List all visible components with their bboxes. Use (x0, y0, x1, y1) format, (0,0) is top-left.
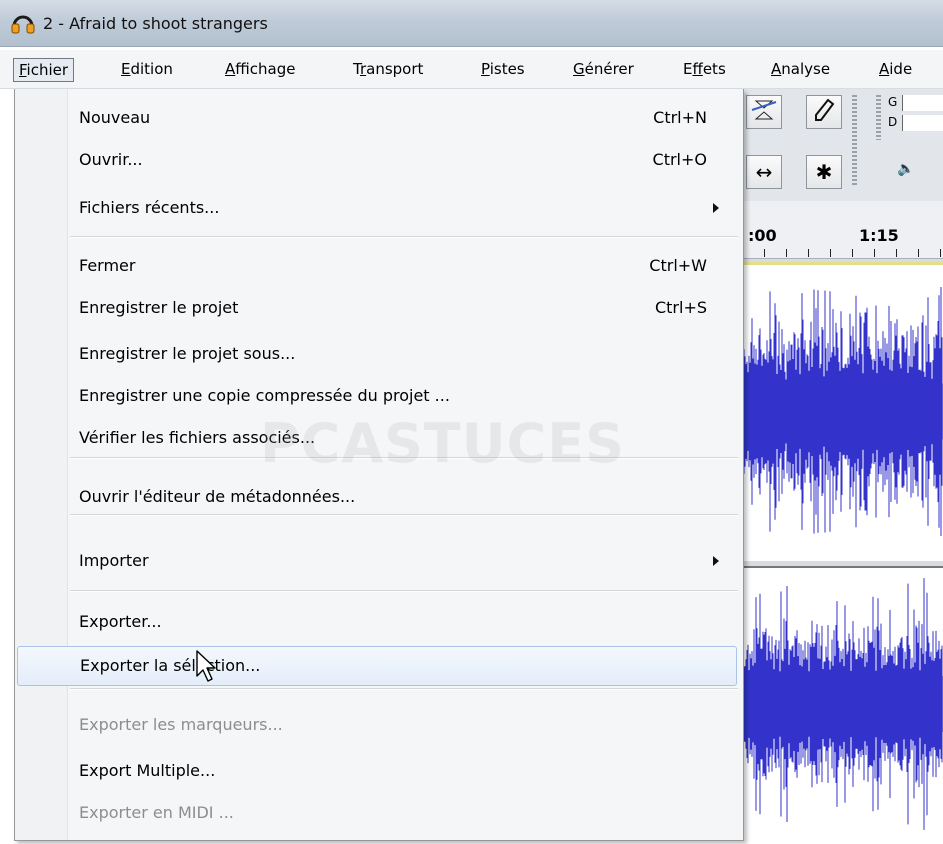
multi-tool-button[interactable]: ✱ (806, 155, 842, 189)
audio-track-right[interactable] (741, 566, 943, 842)
menu-separator (70, 457, 738, 459)
menu-item-exporter-en-midi: Exporter en MIDI ... (67, 794, 739, 832)
waveform (741, 578, 943, 830)
meter-left-bar (902, 95, 943, 111)
menu-separator (70, 236, 738, 238)
draw-tool-button[interactable] (806, 95, 842, 129)
toolbar-grip[interactable] (852, 95, 857, 185)
ruler-label-1: 1:15 (859, 226, 899, 245)
tools-toolbar: ↔ ✱ G D 🔈 (742, 89, 943, 201)
audio-track-left[interactable] (741, 262, 943, 561)
timeline-ruler[interactable]: :00 1:15 (742, 201, 943, 259)
menu-aide[interactable]: Aide (876, 58, 915, 80)
menu-item-nouveau[interactable]: Nouveau Ctrl+N (67, 99, 739, 137)
menu-item-enregistrer-le-projet[interactable]: Enregistrer le projet Ctrl+S (67, 289, 739, 327)
ruler-ticks (742, 249, 943, 257)
file-menu-dropdown: Nouveau Ctrl+N Ouvrir... Ctrl+O Fichiers réc… (14, 89, 744, 841)
menu-effets[interactable]: Effets (680, 58, 729, 80)
menu-item-label: Ouvrir... (79, 150, 143, 169)
menu-item-label: Ouvrir l'éditeur de métadonnées... (79, 487, 356, 506)
menu-item-exporter[interactable]: Exporter... (67, 603, 739, 641)
menu-item-label: Exporter la sélection... (80, 656, 261, 675)
envelope-tool-button[interactable] (746, 95, 782, 129)
title-bar: 2 - Afraid to shoot strangers (0, 0, 943, 47)
menu-item-label: Enregistrer le projet (79, 298, 239, 317)
pencil-icon (815, 98, 835, 121)
menu-transport[interactable]: Transport (350, 58, 426, 80)
headphones-icon (11, 15, 35, 34)
menu-generer[interactable]: Générer (570, 58, 637, 80)
menu-item-label: Enregistrer le projet sous... (79, 344, 296, 363)
menu-item-label: Exporter les marqueurs... (79, 715, 283, 734)
speaker-icon[interactable]: 🔈 (897, 161, 914, 177)
menu-item-label: Enregistrer une copie compressée du proj… (79, 386, 450, 405)
menu-item-enregistrer-le-projet-sous[interactable]: Enregistrer le projet sous... (67, 335, 739, 373)
menu-item-label: Fichiers récents... (79, 198, 220, 217)
menu-item-ouvrir-l-editeur-de-metadonnees[interactable]: Ouvrir l'éditeur de métadonnées... (67, 478, 739, 516)
meter-right-bar (902, 115, 943, 131)
menu-icon-gutter (15, 89, 68, 840)
mouse-cursor-icon (196, 650, 216, 682)
menu-item-label: Importer (79, 551, 149, 570)
menu-item-fermer[interactable]: Fermer Ctrl+W (67, 247, 739, 285)
menu-item-shortcut: Ctrl+N (653, 108, 707, 127)
timeshift-tool-button[interactable]: ↔ (746, 155, 782, 189)
menu-item-label: Vérifier les fichiers associés... (79, 428, 316, 447)
waveform-body (742, 676, 943, 732)
menu-fichier[interactable]: Fichier (13, 58, 75, 82)
submenu-arrow-icon (713, 203, 719, 213)
menu-bar: Fichier Edition Affichage Transport Pistes Gé… (0, 50, 943, 89)
menu-item-label: Export Multiple... (79, 761, 216, 780)
menu-item-fichiers-recents[interactable]: Fichiers récents... (67, 189, 739, 227)
menu-item-enregistrer-une-copie-compressee-du-projet[interactable]: Enregistrer une copie compressée du proj… (67, 377, 739, 415)
meter-grip[interactable] (876, 95, 881, 140)
menu-item-label: Exporter en MIDI ... (79, 803, 234, 822)
menu-edition[interactable]: Edition (118, 58, 176, 80)
menu-item-verifier-les-fichiers-associes[interactable]: Vérifier les fichiers associés... (67, 419, 739, 457)
meter-right-label: D (888, 115, 898, 129)
menu-separator (70, 688, 738, 690)
menu-item-shortcut: Ctrl+S (654, 298, 707, 317)
menu-analyse[interactable]: Analyse (768, 58, 833, 80)
menu-item-ouvrir[interactable]: Ouvrir... Ctrl+O (67, 141, 739, 179)
submenu-arrow-icon (713, 556, 719, 566)
menu-item-importer[interactable]: Importer (67, 542, 739, 580)
meter-left-label: G (888, 95, 898, 109)
menu-item-export-multiple[interactable]: Export Multiple... (67, 752, 739, 790)
menu-affichage[interactable]: Affichage (222, 58, 298, 80)
menu-item-label: Exporter... (79, 612, 162, 631)
menu-item-exporter-les-marqueurs: Exporter les marqueurs... (67, 706, 739, 744)
menu-item-shortcut: Ctrl+O (652, 150, 707, 169)
window-title: 2 - Afraid to shoot strangers (43, 14, 268, 33)
envelope-icon (751, 100, 777, 120)
menu-item-exporter-la-selection[interactable]: Exporter la sélection... (17, 646, 737, 686)
menu-item-shortcut: Ctrl+W (649, 256, 707, 275)
waveform-body (742, 383, 943, 440)
menu-item-label: Fermer (79, 256, 136, 275)
menu-pistes[interactable]: Pistes (478, 58, 528, 80)
menu-item-label: Nouveau (79, 108, 151, 127)
waveform (741, 287, 943, 536)
menu-separator (70, 590, 738, 592)
ruler-label-0: :00 (748, 226, 777, 245)
